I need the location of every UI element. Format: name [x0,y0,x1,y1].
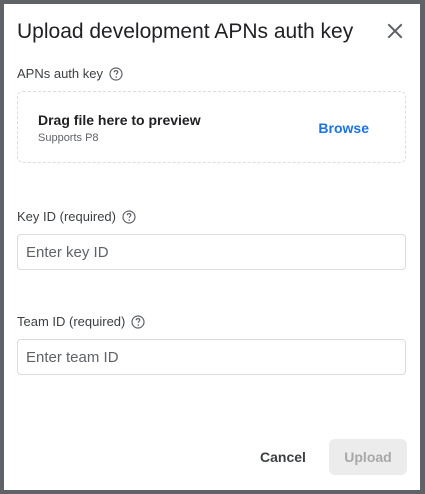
dropzone-title: Drag file here to preview [38,112,201,128]
auth-key-label: APNs auth key [17,66,103,81]
upload-button[interactable]: Upload [329,439,407,475]
help-icon[interactable] [131,314,145,329]
team-id-label: Team ID (required) [17,314,126,329]
team-id-input[interactable] [17,339,406,375]
close-button[interactable] [381,17,409,45]
help-icon[interactable] [122,209,136,224]
auth-key-label-row: APNs auth key [17,66,123,81]
key-id-input[interactable] [17,234,406,270]
key-id-label-row: Key ID (required) [17,209,136,224]
help-icon[interactable] [109,66,123,81]
dialog-title: Upload development APNs auth key [17,20,354,43]
key-id-label: Key ID (required) [17,209,116,224]
team-id-label-row: Team ID (required) [17,314,145,329]
cancel-button[interactable]: Cancel [251,439,315,475]
upload-apns-dialog: Upload development APNs auth key APNs au… [4,4,420,490]
file-dropzone[interactable]: Drag file here to preview Supports P8 Br… [17,91,406,163]
browse-button[interactable]: Browse [318,120,369,136]
close-icon [387,23,403,39]
dropzone-subtitle: Supports P8 [38,132,99,144]
